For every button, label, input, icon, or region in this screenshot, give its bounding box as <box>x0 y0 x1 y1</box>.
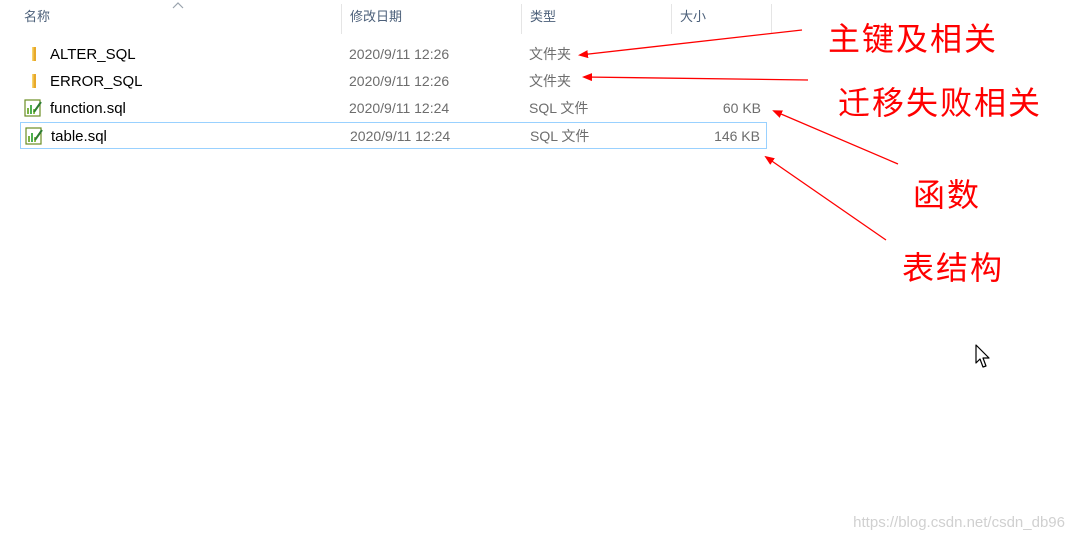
folder-icon <box>32 47 36 61</box>
file-row[interactable]: ALTER_SQL 2020/9/11 12:26 文件夹 <box>20 41 767 68</box>
column-divider[interactable] <box>771 4 772 34</box>
file-type: SQL 文件 <box>529 100 589 116</box>
column-header-size[interactable]: 大小 <box>672 0 772 36</box>
mouse-cursor-icon <box>975 344 990 368</box>
file-modified-date: 2020/9/11 12:24 <box>349 100 450 116</box>
file-name: ALTER_SQL <box>50 46 136 63</box>
file-size: 60 KB <box>722 100 761 116</box>
sql-file-icon <box>25 127 43 145</box>
file-type: SQL 文件 <box>530 128 590 144</box>
sql-file-icon <box>24 99 42 117</box>
file-modified-date: 2020/9/11 12:26 <box>349 73 450 89</box>
arrow-to-table-sql <box>764 155 887 241</box>
column-header-type[interactable]: 类型 <box>522 0 672 36</box>
annotation-table-structure: 表结构 <box>902 249 1005 287</box>
column-header-date[interactable]: 修改日期 <box>342 0 522 36</box>
watermark: https://blog.csdn.net/csdn_db96 <box>853 514 1065 531</box>
file-modified-date: 2020/9/11 12:24 <box>350 128 451 144</box>
file-row[interactable]: function.sql 2020/9/11 12:24 SQL 文件 60 K… <box>20 95 767 122</box>
column-header-row: 名称 修改日期 类型 大小 <box>0 0 772 36</box>
annotation-primary-key: 主键及相关 <box>828 20 999 58</box>
file-row[interactable]: ERROR_SQL 2020/9/11 12:26 文件夹 <box>20 68 767 95</box>
file-type: 文件夹 <box>529 46 571 62</box>
annotation-migration-failed: 迁移失败相关 <box>838 84 1043 122</box>
annotation-functions: 函数 <box>913 176 982 214</box>
file-size: 146 KB <box>714 128 760 144</box>
file-type: 文件夹 <box>529 73 571 89</box>
file-modified-date: 2020/9/11 12:26 <box>349 46 450 62</box>
folder-icon <box>32 74 36 88</box>
file-name: table.sql <box>51 128 107 145</box>
file-row-selected[interactable]: table.sql 2020/9/11 12:24 SQL 文件 146 KB <box>20 122 767 149</box>
file-name: ERROR_SQL <box>50 73 143 90</box>
column-header-name[interactable]: 名称 <box>16 0 342 36</box>
file-explorer-screenshot: 名称 修改日期 类型 大小 ALTER_SQL 2020/9/11 12:26 … <box>0 0 1073 541</box>
file-name: function.sql <box>50 100 126 117</box>
